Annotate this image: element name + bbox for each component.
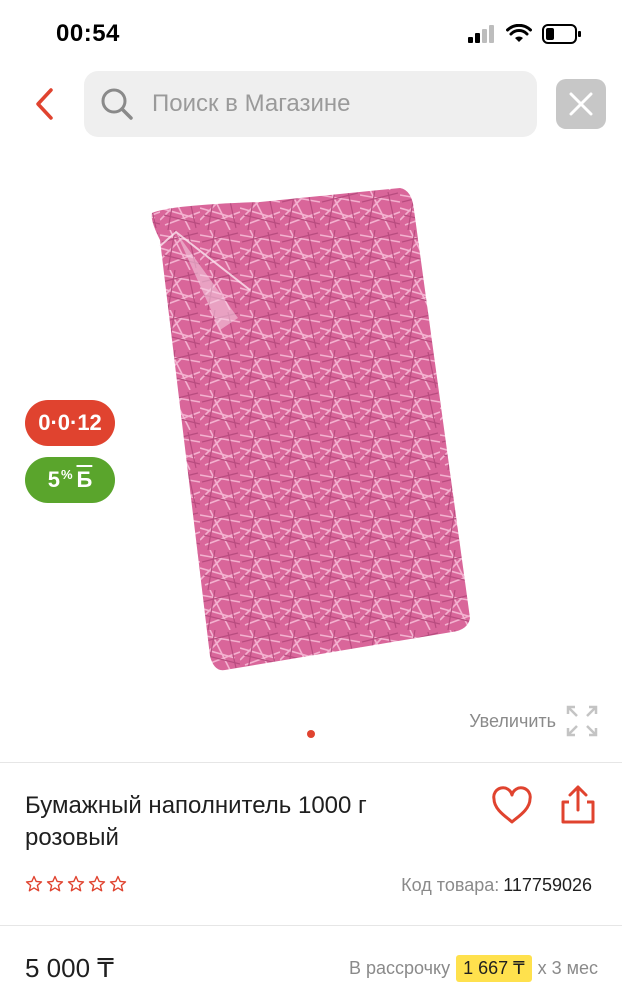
bonus-percent: % [60,466,73,482]
status-time: 00:54 [56,20,120,47]
product-gallery[interactable]: 0·0·12 5% Б Увеличить [0,150,622,760]
installment-term: х 3 мес [537,958,598,978]
star-empty-icon [25,875,43,892]
gallery-dot-active[interactable] [307,730,315,738]
installment-label: В рассрочку [348,958,451,978]
installment-info[interactable]: В рассрочку 1 667 ₸ х 3 мес [349,955,598,982]
installment-badge: 0·0·12 [25,400,115,446]
back-chevron-icon [36,88,53,120]
bonus-currency: Б [76,467,93,492]
status-bar: 00:54 [0,0,622,68]
close-icon [569,92,593,116]
clear-search-button[interactable] [556,79,606,129]
star-empty-icon [46,875,64,892]
wifi-icon [506,24,532,42]
search-box[interactable] [84,71,537,137]
favorite-heart-icon[interactable] [490,786,534,826]
product-code: Код товара: 117759026 [401,875,592,896]
back-button[interactable] [30,86,58,122]
search-header [0,70,622,138]
star-empty-icon [88,875,106,892]
zoom-button[interactable]: Увеличить [469,705,598,737]
product-price: 5 000 ₸ [25,953,114,983]
divider [0,925,622,926]
product-title: Бумажный наполнитель 1000 г розовый [25,792,367,851]
zoom-label: Увеличить [469,710,556,731]
bonus-badge: 5% Б [25,457,115,503]
product-code-label: Код товара: [401,875,500,895]
product-code-value: 117759026 [503,875,592,895]
status-icons [468,24,582,44]
expand-icon [566,705,598,737]
search-icon [100,87,134,121]
installment-amount: 1 667 ₸ [456,955,532,982]
star-empty-icon [109,875,127,892]
divider [0,762,622,763]
share-icon[interactable] [558,784,598,826]
battery-icon [542,24,581,44]
bonus-value: 5 [47,467,60,492]
search-input[interactable] [152,90,512,118]
cellular-signal-icon [468,25,494,43]
rating-stars[interactable] [25,875,127,893]
star-empty-icon [67,875,85,892]
